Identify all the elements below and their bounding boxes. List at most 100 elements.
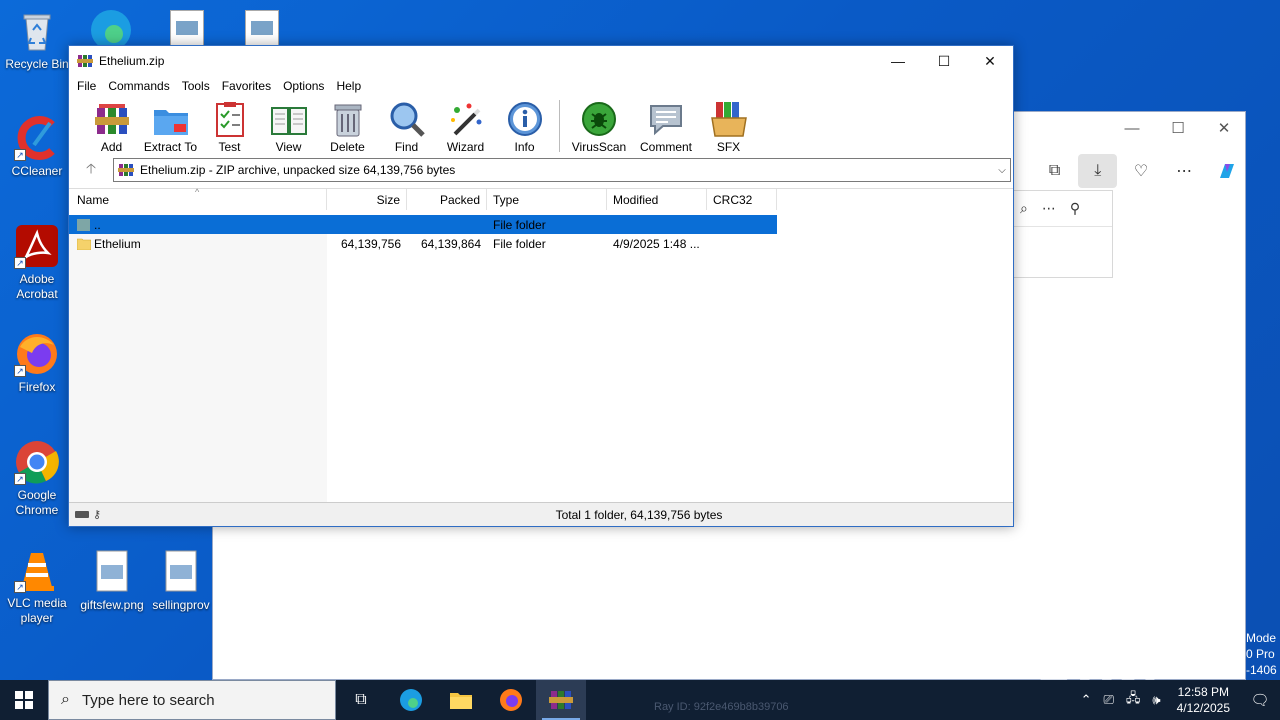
image-file-icon[interactable] [245, 10, 279, 46]
pin-icon[interactable]: ⚲ [1070, 200, 1080, 217]
start-button[interactable] [0, 680, 48, 720]
browser-essentials-icon[interactable]: ♡ [1121, 154, 1160, 188]
minimize-icon[interactable]: — [875, 46, 921, 76]
find-label: Find [394, 140, 419, 154]
table-row-parent[interactable]: .. File folder [69, 215, 777, 234]
acrobat-icon: ↗ [14, 223, 60, 269]
volume-icon[interactable]: 🕪 [1146, 692, 1166, 708]
column-packed[interactable]: Packed [407, 189, 487, 210]
delete-label: Delete [330, 140, 365, 154]
minimize-icon[interactable]: — [1109, 112, 1155, 144]
delete-button[interactable]: Delete [319, 100, 376, 154]
add-button[interactable]: Add [83, 100, 140, 154]
taskbar-file-explorer[interactable] [436, 680, 486, 720]
search-icon[interactable]: ⌕ [1020, 200, 1028, 217]
collections-icon[interactable]: ⧉ [1035, 154, 1074, 188]
copilot-icon[interactable] [1208, 154, 1247, 188]
menu-favorites[interactable]: Favorites [216, 79, 277, 93]
taskbar-search-box[interactable]: ⌕ Type here to search [48, 680, 336, 720]
desktop-icon-ccleaner[interactable]: ↗ CCleaner [0, 115, 74, 179]
desktop-icon-google-chrome[interactable]: ↗ Google Chrome [0, 439, 74, 518]
menu-commands[interactable]: Commands [102, 79, 175, 93]
notification-icon[interactable]: 🗨 [1240, 680, 1280, 720]
taskbar-winrar[interactable] [536, 680, 586, 720]
extract-to-label: Extract To [143, 140, 198, 154]
close-icon[interactable]: ✕ [1201, 112, 1247, 144]
comment-label: Comment [639, 140, 692, 154]
key-icon[interactable]: ⚷ [93, 508, 101, 521]
winrar-window[interactable]: Ethelium.zip — ☐ ✕ File Commands Tools F… [68, 45, 1014, 527]
info-button[interactable]: Info [496, 100, 553, 154]
chevron-down-icon[interactable]: ⌵ [994, 165, 1010, 176]
sfx-label: SFX [716, 140, 741, 154]
desktop-icon-adobe-acrobat[interactable]: ↗ Adobe Acrobat [0, 223, 74, 302]
taskbar-edge[interactable] [386, 680, 436, 720]
edge-icon[interactable] [88, 6, 134, 50]
recycle-bin-icon [14, 8, 60, 54]
cell-crc32 [707, 234, 777, 253]
cell-packed: 64,139,864 [420, 236, 481, 251]
maximize-icon[interactable]: ☐ [1155, 112, 1201, 144]
status-bar: ⚷ Total 1 folder, 64,139,756 bytes [69, 502, 1013, 526]
desktop-icon-label: Firefox [18, 380, 56, 394]
wizard-icon [447, 100, 485, 138]
virusscan-button[interactable]: VirusScan [566, 100, 632, 154]
menu-file[interactable]: File [71, 79, 102, 93]
network-icon[interactable]: 🖧 [1120, 689, 1147, 711]
menu-tools[interactable]: Tools [176, 79, 216, 93]
up-arrow-icon[interactable]: 🡡 [69, 158, 113, 182]
table-row[interactable]: Ethelium 64,139,756 64,139,864 File fold… [69, 234, 1013, 253]
desktop-icon-giftsfew[interactable]: giftsfew.png [75, 549, 149, 613]
desktop-icon-sellingprov[interactable]: sellingprov [150, 549, 212, 613]
taskbar-firefox[interactable] [486, 680, 536, 720]
cell-modified: 4/9/2025 1:48 ... [613, 236, 700, 251]
close-icon[interactable]: ✕ [967, 46, 1013, 76]
search-placeholder: Type here to search [81, 691, 215, 709]
clock-date: 4/12/2025 [1176, 701, 1230, 715]
file-list[interactable]: ^ Name Size Packed Type Modified CRC32 .… [69, 187, 1013, 503]
name-column-background [69, 215, 327, 503]
desktop-icon-recycle-bin[interactable]: Recycle Bin [0, 8, 74, 72]
sfx-icon [710, 100, 748, 138]
device-icon[interactable]: ⎚ [1098, 692, 1120, 708]
desktop-icon-vlc[interactable]: ↗ VLC media player [0, 547, 74, 626]
title-bar[interactable]: Ethelium.zip — ☐ ✕ [69, 46, 1013, 76]
column-size[interactable]: Size [327, 189, 407, 210]
ray-id-text: Ray ID: 92f2e469b8b39706 [654, 701, 789, 713]
downloads-icon[interactable]: ⤓ [1078, 154, 1118, 188]
address-bar[interactable]: Ethelium.zip - ZIP archive, unpacked siz… [113, 158, 1011, 182]
firefox-icon: ↗ [14, 331, 60, 377]
image-file-icon [89, 549, 135, 595]
system-tray: ⌃ ⎚ 🖧 🕪 12:58 PM 4/12/2025 🗨 [1075, 680, 1280, 720]
menu-help[interactable]: Help [330, 79, 367, 93]
maximize-icon[interactable]: ☐ [921, 46, 967, 76]
comment-button[interactable]: Comment [634, 100, 698, 154]
desktop-icon-firefox[interactable]: ↗ Firefox [0, 331, 74, 395]
column-modified[interactable]: Modified [607, 189, 707, 210]
chevron-up-icon[interactable]: ⌃ [1075, 692, 1098, 708]
more-icon[interactable]: ⋯ [1165, 154, 1204, 188]
view-button[interactable]: View [260, 100, 317, 154]
add-label: Add [100, 140, 123, 154]
drive-icon[interactable] [75, 511, 89, 518]
sort-ascending-icon: ^ [195, 187, 200, 197]
winrar-icon [77, 53, 93, 69]
shortcut-arrow-icon: ↗ [14, 581, 26, 593]
cell-size [327, 215, 407, 234]
find-button[interactable]: Find [378, 100, 435, 154]
clock[interactable]: 12:58 PM 4/12/2025 [1167, 684, 1240, 716]
sfx-button[interactable]: SFX [700, 100, 757, 154]
menu-options[interactable]: Options [277, 79, 330, 93]
image-file-icon[interactable] [170, 10, 204, 46]
extract-to-button[interactable]: Extract To [142, 100, 199, 154]
edge-icon [400, 689, 422, 711]
test-button[interactable]: Test [201, 100, 258, 154]
desktop-icon-label: sellingprov [152, 598, 210, 612]
wizard-button[interactable]: Wizard [437, 100, 494, 154]
column-crc32[interactable]: CRC32 [707, 189, 777, 210]
more-icon[interactable]: ⋯ [1042, 200, 1056, 217]
toolbar: Add Extract To Test View Delete Find Wiz… [69, 96, 1013, 156]
task-view-button[interactable]: ⧉ [336, 680, 386, 720]
column-type[interactable]: Type [487, 189, 607, 210]
shortcut-arrow-icon: ↗ [14, 365, 26, 377]
